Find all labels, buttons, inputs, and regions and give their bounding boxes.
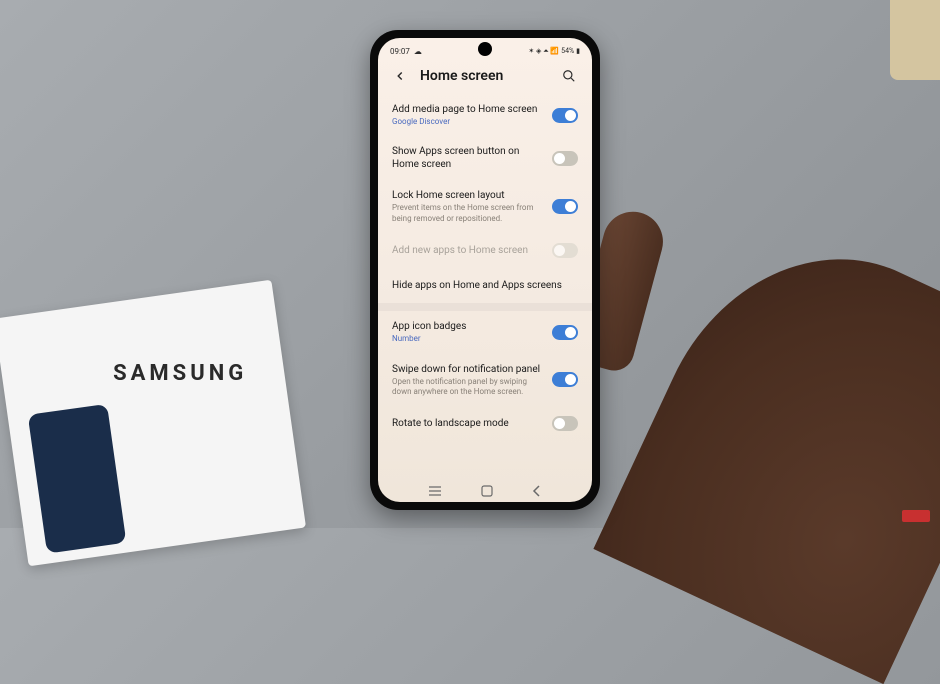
phone-screen: 09:07 ☁ ✶ ◈ ⏶ 📶 54% ▮ Home screen: [378, 38, 592, 502]
network-icons: ✶ ◈ ⏶ 📶: [528, 47, 559, 56]
section-divider: [378, 303, 592, 311]
box-brand-label: SAMSUNG: [113, 361, 247, 386]
box-phone-image: [28, 404, 127, 554]
setting-title: Show Apps screen button on Home screen: [392, 145, 544, 171]
setting-subtitle: Open the notification panel by swiping d…: [392, 377, 544, 398]
search-button[interactable]: [562, 68, 578, 84]
toggle-apps-button[interactable]: [552, 151, 578, 166]
setting-swipe-notification[interactable]: Swipe down for notification panel Open t…: [392, 354, 578, 407]
battery-icon: ▮: [576, 47, 580, 55]
page-header: Home screen: [378, 60, 592, 94]
setting-add-new-apps: Add new apps to Home screen: [392, 233, 578, 268]
nav-recents[interactable]: [428, 486, 442, 496]
setting-lock-layout[interactable]: Lock Home screen layout Prevent items on…: [392, 180, 578, 233]
settings-list: Add media page to Home screen Google Dis…: [378, 94, 592, 480]
toggle-lock-layout[interactable]: [552, 199, 578, 214]
toggle-add-new-apps: [552, 243, 578, 258]
setting-hide-apps[interactable]: Hide apps on Home and Apps screens: [392, 268, 578, 303]
status-time: 09:07: [390, 47, 410, 56]
setting-subtitle: Prevent items on the Home screen from be…: [392, 203, 544, 224]
toggle-rotate[interactable]: [552, 416, 578, 431]
toggle-media-page[interactable]: [552, 108, 578, 123]
toggle-icon-badges[interactable]: [552, 325, 578, 340]
samsung-box-decoration: SAMSUNG: [0, 280, 306, 567]
back-button[interactable]: [392, 68, 408, 84]
watermark-tag: [902, 510, 930, 522]
toggle-swipe-notification[interactable]: [552, 372, 578, 387]
camera-notch: [478, 42, 492, 56]
setting-title: Add new apps to Home screen: [392, 244, 544, 257]
setting-title: Hide apps on Home and Apps screens: [392, 279, 570, 292]
nav-home[interactable]: [481, 485, 493, 497]
setting-title: Add media page to Home screen: [392, 103, 544, 116]
setting-title: App icon badges: [392, 320, 544, 333]
navigation-bar: [378, 480, 592, 502]
setting-media-page[interactable]: Add media page to Home screen Google Dis…: [392, 94, 578, 136]
setting-subtitle: Google Discover: [392, 117, 544, 127]
setting-title: Lock Home screen layout: [392, 189, 544, 202]
page-title: Home screen: [420, 68, 550, 84]
cloud-icon: ☁: [414, 47, 422, 56]
phone-device: 09:07 ☁ ✶ ◈ ⏶ 📶 54% ▮ Home screen: [370, 30, 600, 510]
background-decoration: [890, 0, 940, 80]
setting-rotate[interactable]: Rotate to landscape mode: [392, 406, 578, 441]
battery-percent: 54%: [561, 47, 574, 55]
setting-icon-badges[interactable]: App icon badges Number: [392, 311, 578, 353]
setting-title: Swipe down for notification panel: [392, 363, 544, 376]
setting-apps-button[interactable]: Show Apps screen button on Home screen: [392, 136, 578, 180]
nav-back[interactable]: [532, 485, 542, 497]
setting-subtitle: Number: [392, 334, 544, 344]
setting-title: Rotate to landscape mode: [392, 417, 544, 430]
